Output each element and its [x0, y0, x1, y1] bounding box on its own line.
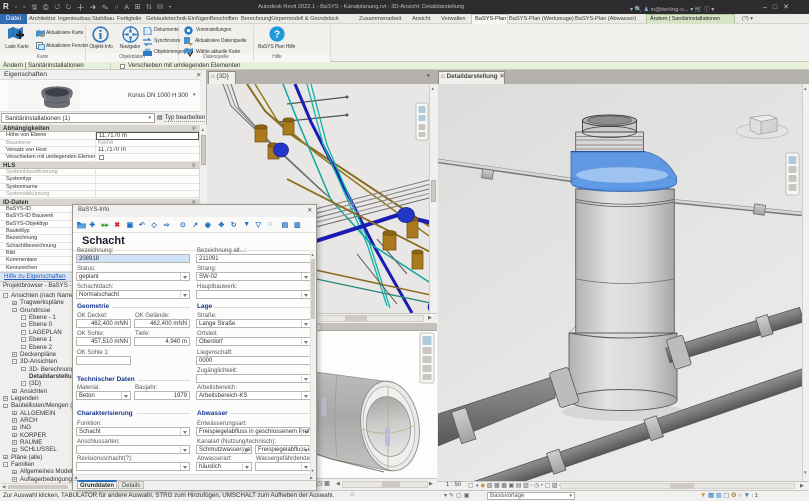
svg-text:?: ? — [274, 30, 280, 41]
